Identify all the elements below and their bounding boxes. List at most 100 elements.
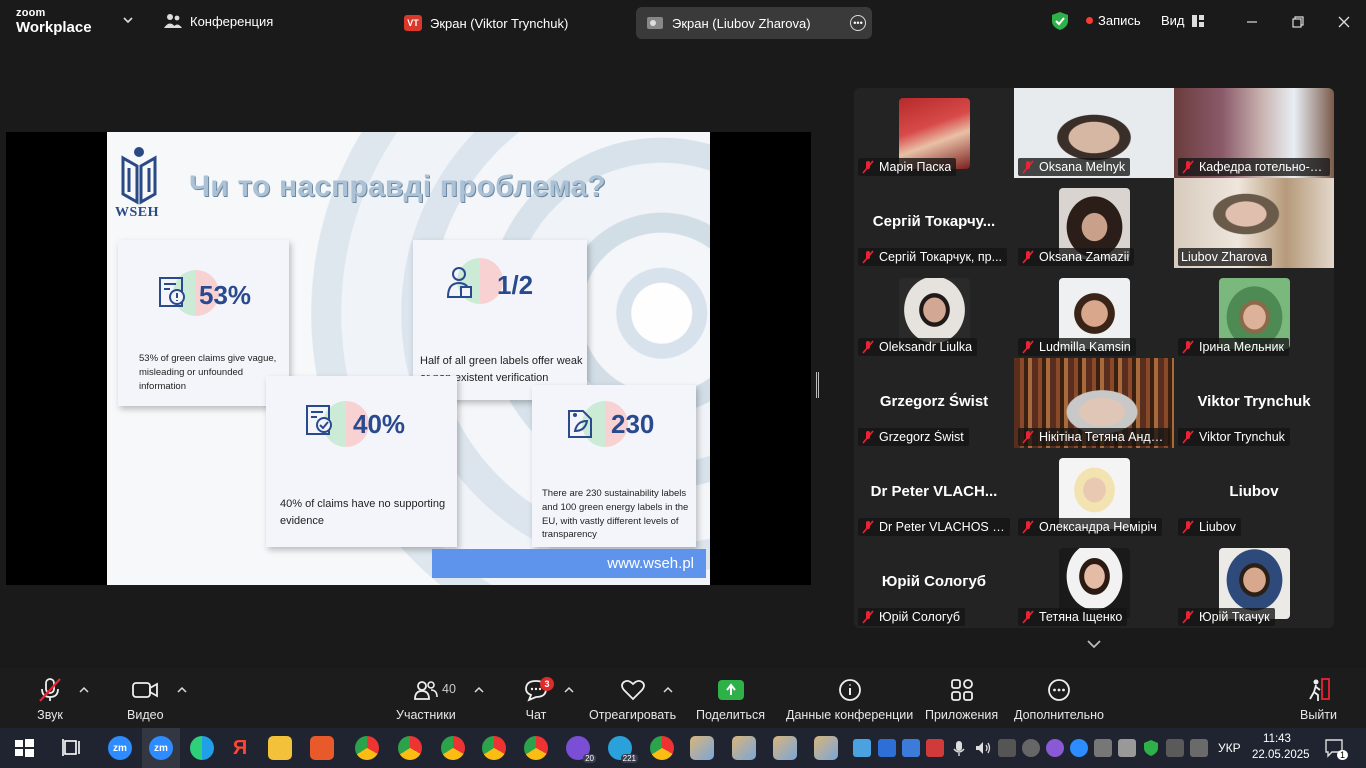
- minimize-button[interactable]: [1240, 10, 1264, 34]
- file-explorer-icon[interactable]: [268, 736, 292, 760]
- participant-tile[interactable]: Oleksandr Liulka: [854, 268, 1014, 358]
- presentation-slide: WSEH Чи то насправді проблема? 53% 53% o…: [107, 132, 710, 585]
- input-language[interactable]: УКР: [1218, 741, 1241, 755]
- antivirus-tray-icon[interactable]: [926, 739, 944, 757]
- recording-indicator[interactable]: Запись: [1086, 13, 1141, 28]
- participant-label: Ірина Мельник: [1178, 338, 1289, 356]
- participant-tile[interactable]: Кафедра готельно-р...: [1174, 88, 1334, 178]
- paint-app-icon[interactable]: [690, 736, 714, 760]
- info-tray-icon[interactable]: [878, 739, 896, 757]
- participants-icon: [413, 681, 438, 700]
- chrome-profile-icon[interactable]: [482, 736, 506, 760]
- viber-icon[interactable]: 20: [566, 736, 596, 763]
- leave-button[interactable]: Выйти: [1300, 676, 1337, 722]
- zoom-app-icon[interactable]: zm: [108, 736, 132, 760]
- participant-tile[interactable]: Oksana Melnyk: [1014, 88, 1174, 178]
- tab-screen-liubov[interactable]: Экран (Liubov Zharova) •••: [636, 7, 872, 39]
- audio-button[interactable]: Звук: [36, 676, 64, 722]
- participant-display-name: Viktor Trynchuk: [1197, 393, 1311, 410]
- chevron-up-icon[interactable]: [474, 686, 484, 694]
- participant-tile[interactable]: Тетяна Іщенко: [1014, 538, 1174, 628]
- participant-tile[interactable]: Oksana Zamazii: [1014, 178, 1174, 268]
- system-clock[interactable]: 11:43 22.05.2025: [1252, 731, 1310, 763]
- yandex-browser-icon[interactable]: Я: [228, 736, 252, 760]
- participant-tile[interactable]: Юрій Ткачук: [1174, 538, 1334, 628]
- title-bar: zoom Workplace Конференция VT Экран (Vik…: [0, 0, 1366, 44]
- telegram-icon[interactable]: 221: [608, 736, 638, 763]
- document-check-icon: [306, 405, 332, 435]
- recording-dot-icon: [1086, 17, 1093, 24]
- eject-tray-icon[interactable]: [1094, 739, 1112, 757]
- shield-check-icon[interactable]: [1050, 11, 1070, 31]
- participant-tile-active-speaker[interactable]: Liubov Zharova: [1174, 178, 1334, 268]
- microphone-tray-icon[interactable]: [950, 739, 968, 757]
- zoom-tray-icon[interactable]: [1070, 739, 1088, 757]
- participants-label: Участники: [396, 708, 456, 722]
- mic-muted-icon: [39, 678, 61, 702]
- participant-tile[interactable]: Ludmilla Kamsin: [1014, 268, 1174, 358]
- conference-menu[interactable]: Конференция: [164, 13, 273, 29]
- usb-tray-icon[interactable]: [1118, 739, 1136, 757]
- chrome-profile-icon[interactable]: [524, 736, 548, 760]
- mic-off-icon: [862, 160, 874, 174]
- participant-tile[interactable]: Нікітіна Тетяна Андрі...: [1014, 358, 1174, 448]
- participant-label: Юрій Ткачук: [1178, 608, 1275, 626]
- participant-tile[interactable]: Юрій Сологуб Юрій Сологуб: [854, 538, 1014, 628]
- chrome-icon[interactable]: [355, 736, 379, 760]
- wifi-off-tray-icon[interactable]: [1022, 739, 1040, 757]
- view-menu[interactable]: Вид: [1161, 13, 1204, 28]
- chevron-down-icon[interactable]: [122, 14, 134, 26]
- meeting-info-button[interactable]: Данные конференции: [786, 676, 913, 722]
- participant-tile[interactable]: Марія Паска: [854, 88, 1014, 178]
- gallery-scroll-down-icon[interactable]: [1084, 636, 1104, 652]
- volume-tray-icon[interactable]: [974, 739, 992, 757]
- chevron-up-icon[interactable]: [663, 686, 673, 694]
- chrome-profile-icon[interactable]: [398, 736, 422, 760]
- resize-handle[interactable]: [816, 372, 819, 398]
- participant-tile[interactable]: Liubov Liubov: [1174, 448, 1334, 538]
- participant-label: Liubov Zharova: [1178, 248, 1273, 266]
- more-icon: [1048, 679, 1070, 701]
- participant-label: Oksana Zamazii: [1018, 248, 1135, 266]
- paint-app-icon[interactable]: [773, 736, 797, 760]
- chevron-up-icon[interactable]: [177, 686, 187, 694]
- chevron-up-icon[interactable]: [79, 686, 89, 694]
- react-button[interactable]: Отреагировать: [589, 676, 676, 722]
- participant-tile[interactable]: Dr Peter VLACH... Dr Peter VLACHOS (U...: [854, 448, 1014, 538]
- video-button[interactable]: Видео: [127, 676, 164, 722]
- task-view-icon[interactable]: [60, 736, 84, 760]
- edge-browser-icon[interactable]: [190, 736, 214, 760]
- zoom-meeting-app-icon[interactable]: zm: [149, 736, 173, 760]
- maximize-button[interactable]: [1286, 10, 1310, 34]
- paint-app-icon[interactable]: [814, 736, 838, 760]
- defender-tray-icon[interactable]: [1142, 739, 1160, 757]
- participant-label: Liubov: [1178, 518, 1241, 536]
- display-tray-icon[interactable]: [1166, 739, 1184, 757]
- participant-tile[interactable]: Grzegorz Świst Grzegorz Świst: [854, 358, 1014, 448]
- apps-button[interactable]: Приложения: [925, 676, 998, 722]
- participant-tile[interactable]: Сергій Токарчу... Сергій Токарчук, пр...: [854, 178, 1014, 268]
- meeting-toolbar: Звук Видео Участники 40 Чат 3 Отреагиров…: [0, 668, 1366, 728]
- more-options-icon[interactable]: •••: [850, 15, 866, 31]
- tab-screen-viktor[interactable]: VT Экран (Viktor Trynchuk): [394, 7, 626, 39]
- monitor-tray-icon[interactable]: [1190, 739, 1208, 757]
- viber-tray-icon[interactable]: [1046, 739, 1064, 757]
- share-button[interactable]: Поделиться: [696, 676, 765, 722]
- participant-display-name: Юрій Сологуб: [881, 573, 987, 590]
- chrome-profile-icon[interactable]: [650, 736, 674, 760]
- participant-tile[interactable]: Ірина Мельник: [1174, 268, 1334, 358]
- more-button[interactable]: Дополнительно: [1014, 676, 1104, 722]
- participant-tile[interactable]: Viktor Trynchuk Viktor Trynchuk: [1174, 358, 1334, 448]
- participant-tile[interactable]: Олександра Неміріч: [1014, 448, 1174, 538]
- network-tray-icon[interactable]: [998, 739, 1016, 757]
- close-button[interactable]: [1332, 10, 1356, 34]
- security-tray-icon[interactable]: [902, 739, 920, 757]
- onedrive-tray-icon[interactable]: [853, 739, 871, 757]
- chevron-up-icon[interactable]: [564, 686, 574, 694]
- paint-app-icon[interactable]: [732, 736, 756, 760]
- windows-start-icon[interactable]: [12, 736, 36, 760]
- notification-count: 1: [1336, 750, 1348, 760]
- chrome-profile-icon[interactable]: [441, 736, 465, 760]
- vivaldi-browser-icon[interactable]: [310, 736, 334, 760]
- notifications-button[interactable]: 1: [1324, 738, 1348, 760]
